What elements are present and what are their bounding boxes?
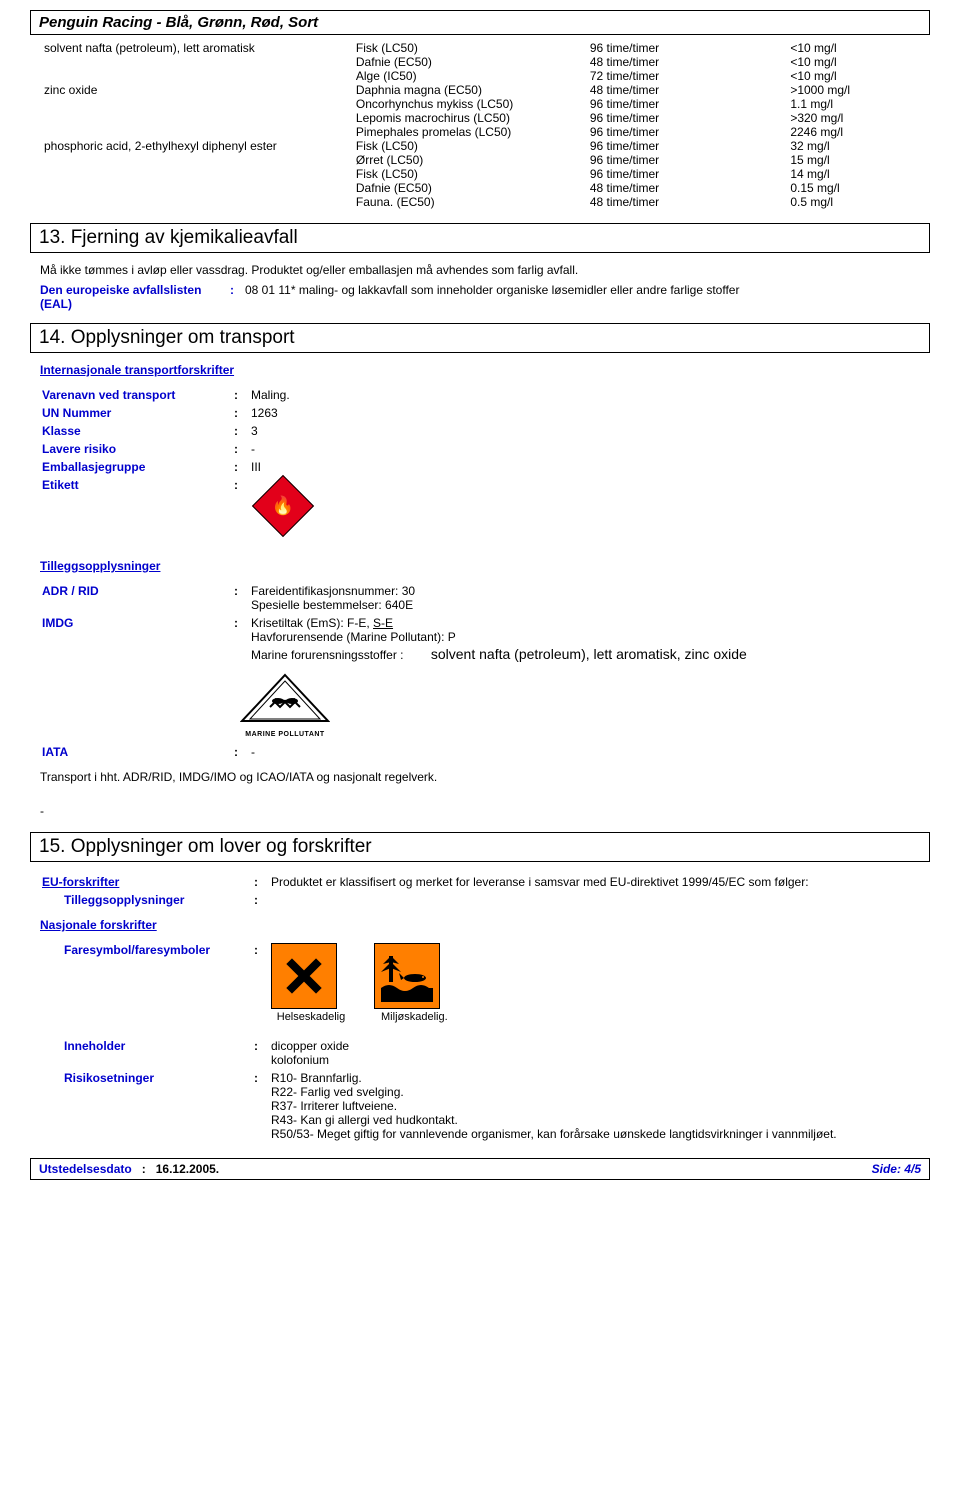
emb-k: Emballasjegruppe bbox=[42, 460, 145, 474]
transport-note: Transport i hht. ADR/RID, IMDG/IMO og IC… bbox=[30, 766, 930, 788]
date-v: 16.12.2005. bbox=[156, 1162, 219, 1176]
section-14-heading: 14. Opplysninger om transport bbox=[30, 323, 930, 353]
page-footer: Utstedelsesdato : 16.12.2005. Side: 4/5 bbox=[30, 1158, 930, 1180]
inneholder-k: Inneholder bbox=[64, 1039, 125, 1053]
eal-value: 08 01 11* maling- og lakkavfall som inne… bbox=[245, 283, 920, 297]
un-k: UN Nummer bbox=[42, 406, 111, 420]
inneholder-v2: kolofonium bbox=[271, 1053, 918, 1067]
risiko-line: R43- Kan gi allergi ved hudkontakt. bbox=[271, 1113, 918, 1127]
eu-k: EU-forskrifter bbox=[42, 875, 119, 889]
page-num: Side: 4/5 bbox=[872, 1162, 921, 1176]
iata-k: IATA bbox=[42, 745, 68, 759]
ecotox-row: Dafnie (EC50)48 time/timer0.15 mg/l bbox=[40, 181, 920, 195]
risiko-line: R37- Irriterer luftveiene. bbox=[271, 1099, 918, 1113]
ecotox-row: Dafnie (EC50)48 time/timer<10 mg/l bbox=[40, 55, 920, 69]
dash: - bbox=[30, 800, 930, 822]
imdg-v1: Krisetiltak (EmS): F-E, S-E bbox=[251, 616, 747, 630]
ecotox-row: Fauna. (EC50)48 time/timer0.5 mg/l bbox=[40, 195, 920, 209]
lavere-k: Lavere risiko bbox=[42, 442, 116, 456]
intl-transport-label: Internasjonale transportforskrifter bbox=[40, 363, 234, 377]
imdg-marine-label: Marine forurensningsstoffer : bbox=[251, 648, 404, 662]
klasse-v: 3 bbox=[251, 423, 305, 439]
eal-label: Den europeiske avfallslisten (EAL) bbox=[40, 283, 230, 311]
varenavn-k: Varenavn ved transport bbox=[42, 388, 175, 402]
adr-v1: Fareidentifikasjonsnummer: 30 bbox=[251, 584, 747, 598]
adr-k: ADR / RID bbox=[42, 584, 99, 598]
environment-hazard-icon bbox=[374, 943, 440, 1009]
risiko-k: Risikosetninger bbox=[64, 1071, 154, 1085]
harmful-hazard-icon bbox=[271, 943, 337, 1009]
varenavn-v: Maling. bbox=[251, 387, 305, 403]
adr-v2: Spesielle bestemmelser: 640E bbox=[251, 598, 747, 612]
imdg-v2: Havforurensende (Marine Pollutant): P bbox=[251, 630, 747, 644]
ecotox-row: Pimephales promelas (LC50)96 time/timer2… bbox=[40, 125, 920, 139]
ecotox-row: Ørret (LC50)96 time/timer15 mg/l bbox=[40, 153, 920, 167]
ecotox-row: solvent nafta (petroleum), lett aromatis… bbox=[40, 41, 920, 55]
emb-v: III bbox=[251, 459, 305, 475]
ecotox-row: zinc oxideDaphnia magna (EC50)48 time/ti… bbox=[40, 83, 920, 97]
ecotox-row: Fisk (LC50)96 time/timer14 mg/l bbox=[40, 167, 920, 181]
marine-pollutant-icon: MARINE POLLUTANT bbox=[230, 673, 340, 738]
faresymbol-k: Faresymbol/faresymboler bbox=[64, 943, 210, 957]
risiko-line: R10- Brannfarlig. bbox=[271, 1071, 918, 1085]
nasj-k: Nasjonale forskrifter bbox=[40, 918, 157, 932]
ecotox-row: Alge (IC50)72 time/timer<10 mg/l bbox=[40, 69, 920, 83]
eu-v: Produktet er klassifisert og merket for … bbox=[271, 874, 918, 890]
un-v: 1263 bbox=[251, 405, 305, 421]
haz2-caption: Miljøskadelig. bbox=[381, 1011, 448, 1023]
colon: : bbox=[230, 283, 245, 297]
tillegg15-k: Tilleggsopplysninger bbox=[64, 893, 184, 907]
page-title: Penguin Racing - Blå, Grønn, Rød, Sort bbox=[30, 10, 930, 35]
flammable-hazard-icon: 🔥 bbox=[252, 475, 314, 537]
s13-text: Må ikke tømmes i avløp eller vassdrag. P… bbox=[30, 259, 930, 281]
risiko-line: R50/53- Meget giftig for vannlevende org… bbox=[271, 1127, 918, 1141]
ecotox-table: solvent nafta (petroleum), lett aromatis… bbox=[30, 41, 930, 209]
iata-v: - bbox=[251, 744, 255, 760]
ecotox-row: phosphoric acid, 2-ethylhexyl diphenyl e… bbox=[40, 139, 920, 153]
imdg-k: IMDG bbox=[42, 616, 73, 630]
inneholder-v1: dicopper oxide bbox=[271, 1039, 918, 1053]
ecotox-row: Lepomis macrochirus (LC50)96 time/timer>… bbox=[40, 111, 920, 125]
etikett-k: Etikett bbox=[42, 478, 79, 492]
imdg-marine-value: solvent nafta (petroleum), lett aromatis… bbox=[431, 646, 747, 662]
date-k: Utstedelsesdato bbox=[39, 1162, 132, 1176]
section-13-heading: 13. Fjerning av kjemikalieavfall bbox=[30, 223, 930, 253]
haz1-caption: Helseskadelig bbox=[277, 1011, 345, 1023]
ecotox-row: Oncorhynchus mykiss (LC50)96 time/timer1… bbox=[40, 97, 920, 111]
tillegg-label: Tilleggsopplysninger bbox=[40, 559, 160, 573]
risiko-line: R22- Farlig ved svelging. bbox=[271, 1085, 918, 1099]
section-15-heading: 15. Opplysninger om lover og forskrifter bbox=[30, 832, 930, 862]
klasse-k: Klasse bbox=[42, 424, 81, 438]
lavere-v: - bbox=[251, 441, 305, 457]
